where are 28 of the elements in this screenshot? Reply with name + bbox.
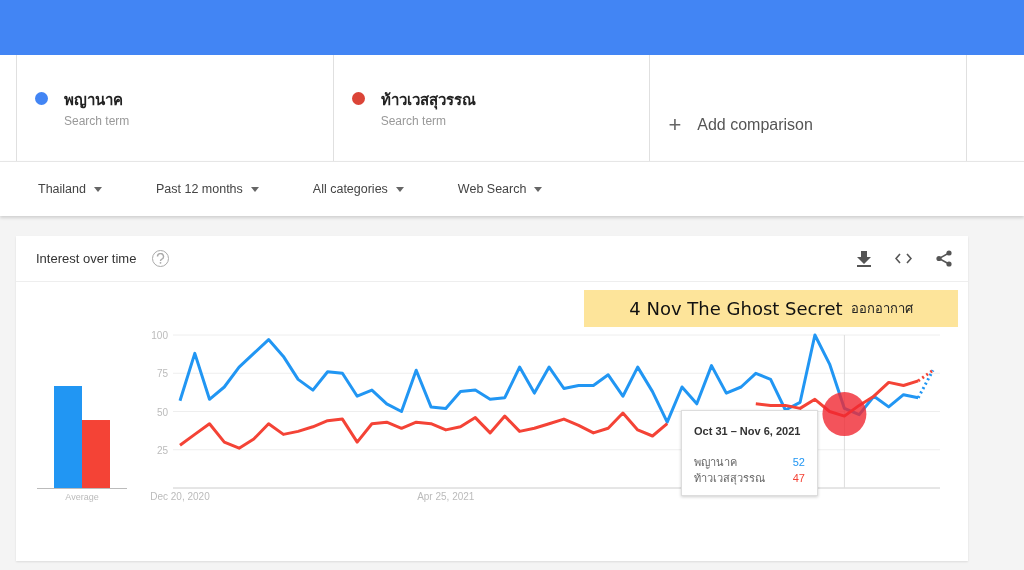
average-label: Average	[65, 492, 99, 502]
term-caption: Search term	[64, 112, 130, 130]
search-term[interactable]: พญานาค	[64, 89, 130, 112]
search-term[interactable]: ท้าวเวสสุวรรณ	[380, 89, 476, 112]
banner-text: 4 Nov The Ghost Secret	[629, 297, 843, 321]
x-tick-label: Dec 20, 2020	[150, 491, 210, 502]
x-tick-label: Apr 25, 2021	[417, 491, 475, 502]
tooltip-date: Oct 31 – Nov 6, 2021	[694, 424, 802, 439]
highlight-circle	[822, 392, 867, 437]
share-icon[interactable]	[936, 250, 952, 267]
card-title: Interest over time	[36, 249, 137, 268]
y-tick-label: 50	[156, 406, 168, 418]
y-tick-label: 75	[156, 368, 168, 380]
download-icon[interactable]	[857, 250, 871, 267]
banner-suffix: ออกอากาศ	[850, 299, 913, 318]
embed-icon[interactable]	[895, 253, 912, 264]
tooltip-term: ท้าวเวสสุวรรณ	[694, 471, 765, 487]
filter-dropdown[interactable]: All categories	[302, 175, 414, 203]
tooltip-value: 47	[792, 471, 805, 486]
filter-dropdown[interactable]: Past 12 months	[145, 175, 269, 203]
y-tick-label: 100	[151, 330, 168, 341]
filter-dropdown[interactable]: Web Search	[447, 175, 553, 203]
term-caption: Search term	[380, 112, 448, 130]
tooltip-term: พญานาค	[694, 454, 737, 470]
add-comparison-button[interactable]: + Add comparison	[668, 89, 813, 161]
y-tick-label: 25	[156, 444, 168, 456]
filter-dropdown[interactable]: Thailand	[28, 175, 112, 203]
tooltip-value: 52	[792, 454, 805, 470]
